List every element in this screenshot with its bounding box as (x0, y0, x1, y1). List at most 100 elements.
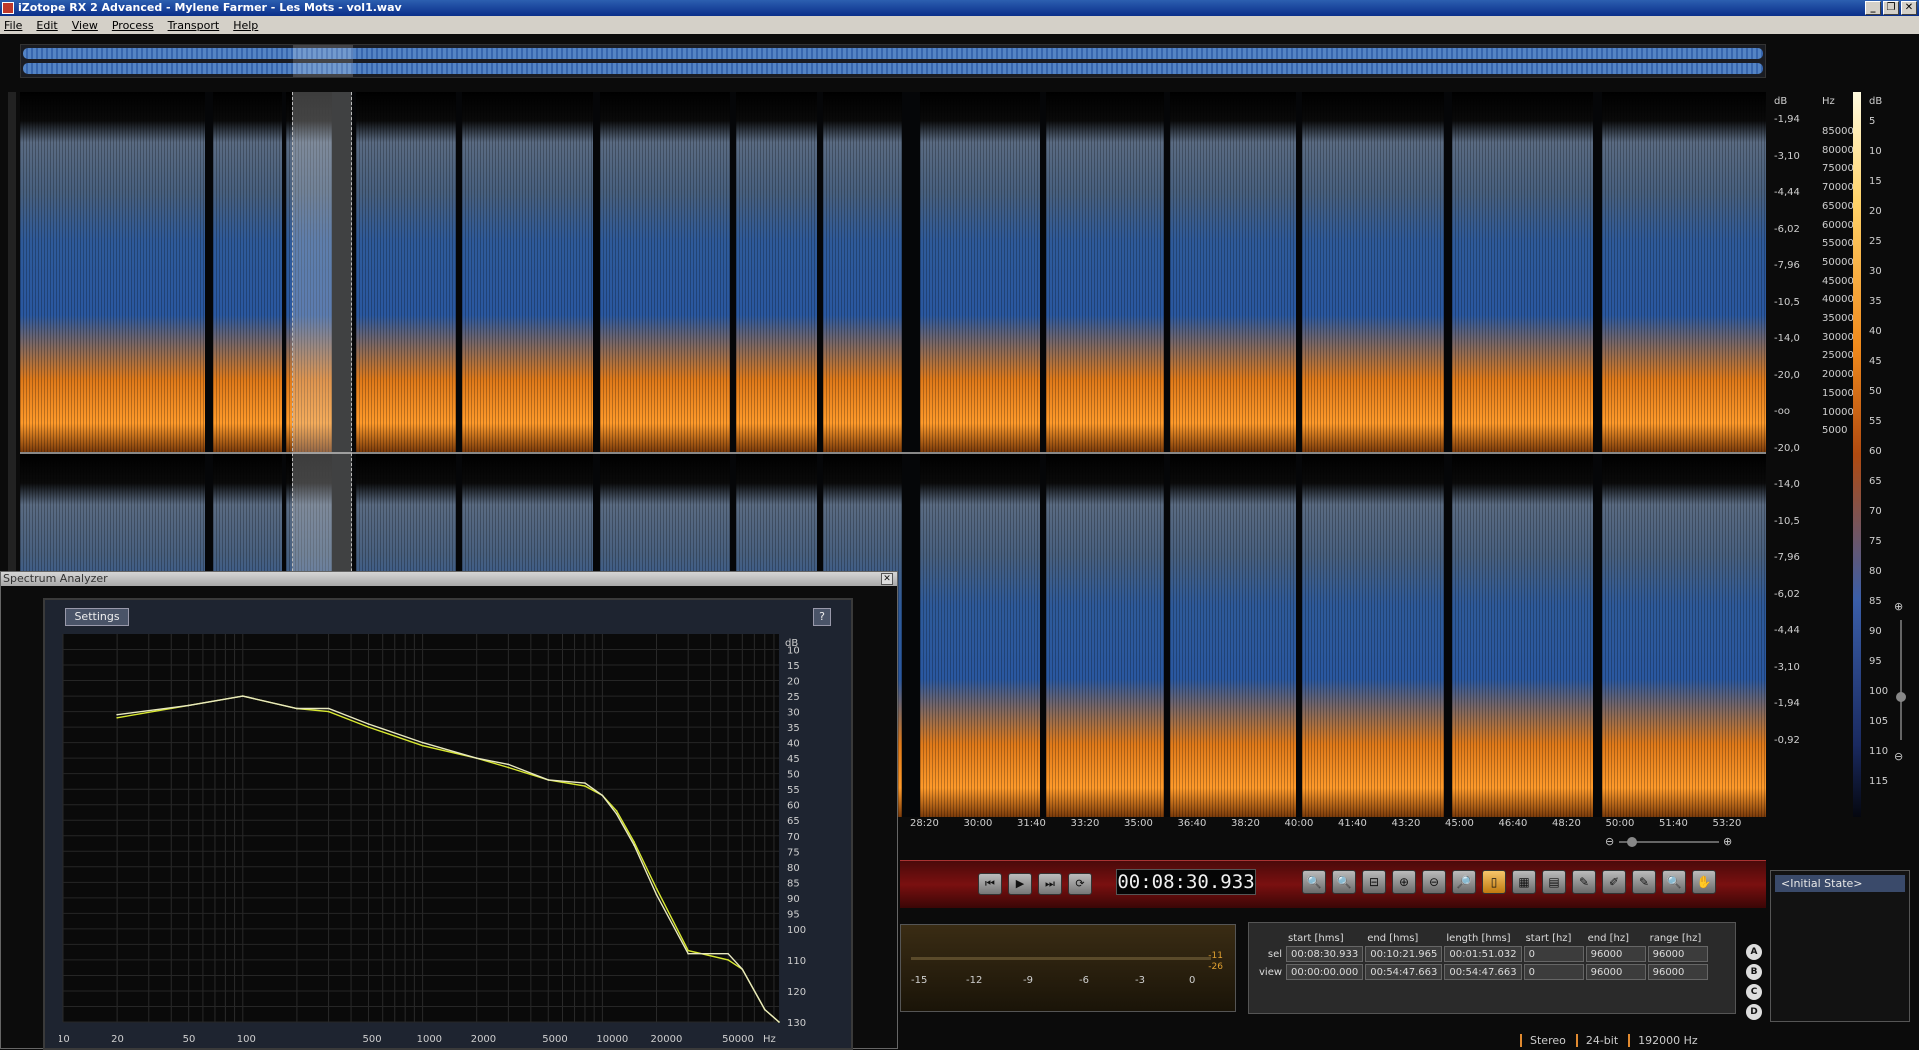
zoom-time-out-tool[interactable]: ⊖ (1422, 870, 1446, 894)
zoom-in-icon[interactable]: ⊕ (1723, 835, 1732, 848)
app-icon (2, 2, 14, 14)
scale-tick: 115 (1869, 776, 1889, 787)
zoom-out-icon[interactable]: ⊖ (1605, 835, 1614, 848)
scale-tick: -14,0 (1774, 479, 1800, 490)
vzoom-track[interactable] (1900, 620, 1902, 740)
menu-view[interactable]: View (72, 19, 98, 32)
db-tick-label: 60 (787, 801, 800, 812)
menu-edit[interactable]: Edit (36, 19, 57, 32)
col-end-hz: end [hz] (1587, 933, 1629, 944)
scale-tick: 55000 (1822, 238, 1854, 250)
zoom-out-tool[interactable]: 🔍 (1332, 870, 1356, 894)
channel-left[interactable] (20, 92, 1766, 452)
hz-tick-label: 20 (111, 1034, 124, 1045)
vzoom-in-icon[interactable]: ⊕ (1894, 600, 1903, 613)
spectrum-data-point (187, 704, 190, 707)
scale-tick: 55 (1869, 416, 1882, 427)
spectrogram-block (920, 92, 1040, 452)
overview-waveform-right (23, 63, 1763, 74)
settings-button[interactable]: Settings (65, 608, 129, 626)
skip-forward-button[interactable]: ⏭ (1038, 873, 1062, 895)
freq-select-tool[interactable]: ▤ (1542, 870, 1566, 894)
brush-tool[interactable]: ✐ (1602, 870, 1626, 894)
preset-b-button[interactable]: B (1746, 964, 1762, 980)
meter-track (911, 957, 1211, 960)
rect-select-tool[interactable]: ▦ (1512, 870, 1536, 894)
view-length-field[interactable]: 00:54:47.663 (1444, 964, 1522, 980)
scale-tick: 50 (1869, 386, 1882, 397)
spectrogram-block (736, 92, 817, 452)
minimize-button[interactable]: _ (1865, 1, 1881, 15)
vzoom-knob[interactable] (1896, 692, 1906, 702)
vertical-zoom[interactable]: ⊕ ⊖ (1893, 600, 1909, 780)
spectrogram-block (823, 92, 902, 452)
row-label: view (1259, 966, 1283, 978)
view-start-field[interactable]: 00:00:00.000 (1286, 964, 1364, 980)
zoom-selection-tool[interactable]: ⊟ (1362, 870, 1386, 894)
view-end-field[interactable]: 00:54:47.663 (1365, 964, 1443, 980)
scale-tick: 65 (1869, 476, 1882, 487)
sel-length-field[interactable]: 00:01:51.032 (1444, 946, 1522, 962)
db-tick-label: 30 (787, 708, 800, 719)
preset-a-button[interactable]: A (1746, 944, 1762, 960)
history-item[interactable]: <Initial State> (1775, 875, 1905, 892)
spectrum-chart: dB10152025303540455055606570758085909510… (59, 634, 806, 1045)
help-button[interactable]: ? (813, 608, 831, 626)
spectrogram-block (1170, 454, 1296, 817)
lasso-tool[interactable]: ✎ (1572, 870, 1596, 894)
col-start-hms: start [hms] (1288, 933, 1344, 944)
spectrum-close-button[interactable]: ✕ (881, 573, 893, 585)
overview-selection[interactable] (293, 45, 353, 77)
view-start-hz-field[interactable]: 0 (1523, 964, 1584, 980)
spectrogram-block (1452, 454, 1593, 817)
sel-start-hz-field[interactable]: 0 (1523, 946, 1584, 962)
magnify-tool[interactable]: 🔍 (1662, 870, 1686, 894)
db-tick-label: 120 (787, 987, 806, 998)
hand-tool[interactable]: ✋ (1692, 870, 1716, 894)
view-end-hz-field[interactable]: 96000 (1585, 964, 1646, 980)
menu-help[interactable]: Help (233, 19, 258, 32)
scale-tick: -4,44 (1774, 187, 1800, 198)
play-button[interactable]: ▶ (1008, 873, 1032, 895)
sel-end-field[interactable]: 00:10:21.965 (1365, 946, 1443, 962)
menu-process[interactable]: Process (112, 19, 154, 32)
vzoom-out-icon[interactable]: ⊖ (1894, 750, 1903, 763)
zoom-in-tool[interactable]: 🔍 (1302, 870, 1326, 894)
scale-tick: 20 (1869, 206, 1882, 217)
spectrum-data-point (367, 726, 370, 728)
loop-button[interactable]: ⟳ (1068, 873, 1092, 895)
meter-label: -9 (1023, 975, 1033, 986)
scale-tick: 35 (1869, 296, 1882, 307)
scale-tick: 10000 (1822, 406, 1854, 418)
db-tick-label: 45 (787, 754, 800, 765)
view-range-hz-field[interactable]: 96000 (1647, 964, 1708, 980)
spectrum-data-point (327, 710, 330, 713)
zoom-time-in-tool[interactable]: ⊕ (1392, 870, 1416, 894)
spectrogram-block (462, 92, 593, 452)
skip-back-button[interactable]: ⏮ (978, 873, 1002, 895)
waveform-overview[interactable] (20, 44, 1766, 78)
zoom-knob[interactable] (1627, 837, 1637, 847)
menu-transport[interactable]: Transport (168, 19, 220, 32)
scale-tick: 70 (1869, 506, 1882, 517)
restore-button[interactable]: ❐ (1883, 1, 1899, 15)
meter-label: -12 (966, 975, 983, 986)
menu-file[interactable]: File (4, 19, 22, 32)
meter-label: 0 (1189, 975, 1196, 986)
sel-start-field[interactable]: 00:08:30.933 (1286, 946, 1364, 962)
preset-c-button[interactable]: C (1746, 984, 1762, 1000)
status-bitdepth: 24-bit (1575, 1034, 1618, 1047)
zoom-full-tool[interactable]: 🔎 (1452, 870, 1476, 894)
sel-end-hz-field[interactable]: 96000 (1585, 946, 1646, 962)
spectrum-data-point (116, 717, 118, 719)
time-select-tool[interactable]: ▯ (1482, 870, 1506, 894)
horizontal-zoom[interactable]: ⊖ ⊕ (1605, 835, 1735, 848)
preset-d-button[interactable]: D (1746, 1004, 1762, 1020)
spectrogram-block (1602, 92, 1766, 452)
db-tick-label: 20 (787, 677, 800, 688)
close-button[interactable]: ✕ (1901, 1, 1917, 15)
scale-tick: -oo (1774, 406, 1791, 417)
sel-range-hz-field[interactable]: 96000 (1647, 946, 1708, 962)
wand-tool[interactable]: ✎ (1632, 870, 1656, 894)
spectrum-analyzer-title[interactable]: Spectrum Analyzer (1, 572, 897, 586)
